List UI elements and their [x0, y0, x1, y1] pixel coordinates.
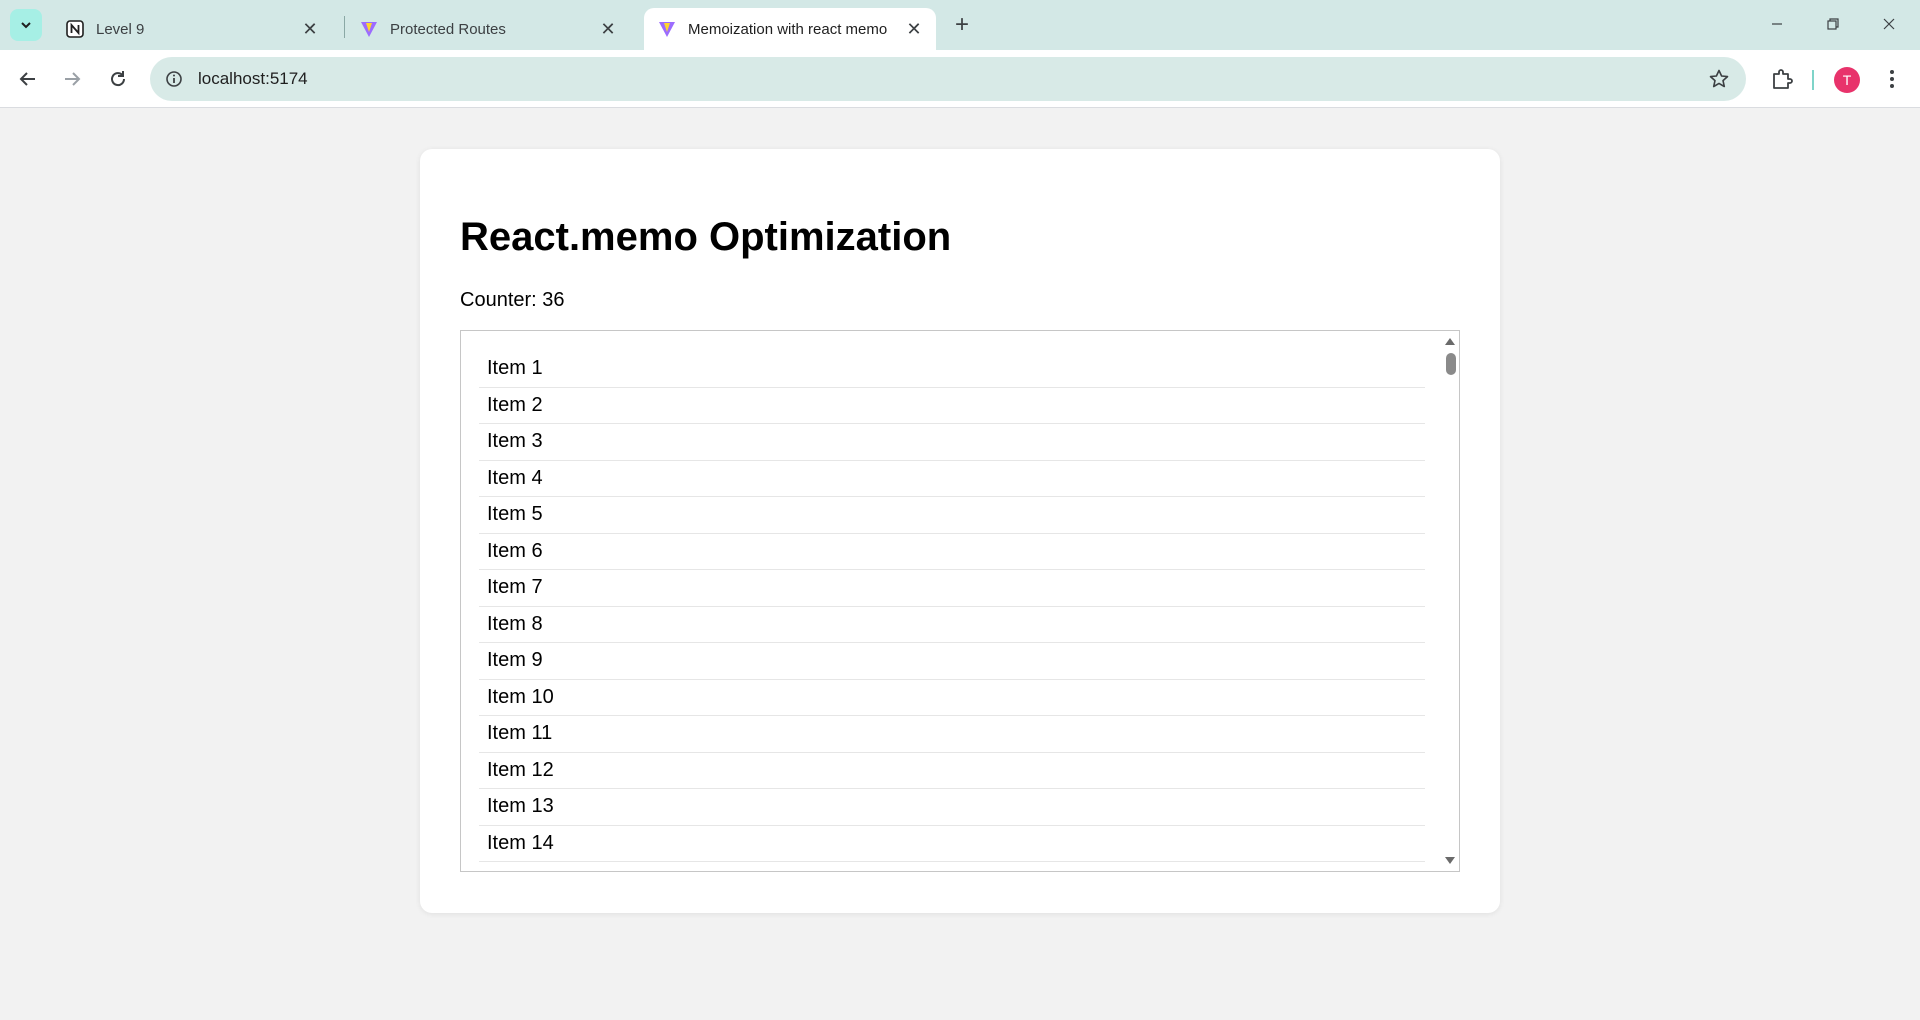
- list-item: Item 13: [479, 789, 1425, 826]
- item-list: Item 1 Item 2 Item 3 Item 4 Item 5 Item 6 Item…: [479, 351, 1425, 862]
- url-text[interactable]: localhost:5174: [198, 69, 308, 89]
- tab-title: Level 9: [96, 20, 145, 38]
- new-tab-button[interactable]: +: [948, 11, 976, 39]
- list-item: Item 8: [479, 607, 1425, 643]
- close-window-button[interactable]: [1866, 6, 1912, 42]
- minimize-button[interactable]: [1754, 6, 1800, 42]
- profile-avatar[interactable]: T: [1834, 67, 1860, 93]
- list-item: Item 10: [479, 680, 1425, 716]
- puzzle-icon: [1773, 69, 1793, 89]
- page-viewport: React.memo Optimization Counter: 36 Item…: [0, 109, 1920, 1020]
- restore-icon: [1827, 18, 1839, 30]
- tab-title: Protected Routes: [390, 20, 506, 38]
- info-icon[interactable]: [164, 69, 184, 89]
- chevron-down-icon: [21, 22, 31, 29]
- back-button[interactable]: [12, 63, 44, 95]
- list-item: Item 7: [479, 570, 1425, 607]
- list-item: Item 2: [479, 388, 1425, 424]
- more-vert-icon: [1890, 70, 1894, 88]
- list-item: Item 14: [479, 826, 1425, 862]
- tab-separator: [344, 16, 345, 38]
- address-bar[interactable]: localhost:5174: [150, 57, 1746, 101]
- reload-icon: [111, 71, 126, 87]
- vite-icon: [360, 20, 378, 38]
- scroll-down-arrow-icon[interactable]: [1444, 855, 1456, 867]
- list-item: Item 5: [479, 497, 1425, 534]
- page-title: React.memo Optimization: [460, 215, 952, 259]
- counter-text: Counter: 36: [460, 289, 565, 311]
- tab-protected-routes[interactable]: Protected Routes ✕: [346, 8, 630, 50]
- browser-toolbar: localhost:5174 T: [0, 50, 1920, 108]
- scroll-up-arrow-icon[interactable]: [1444, 335, 1456, 347]
- profile-initial: T: [1842, 72, 1852, 88]
- list-item: Item 12: [479, 753, 1425, 789]
- scroll-thumb[interactable]: [1446, 353, 1456, 375]
- minimize-icon: [1772, 23, 1782, 25]
- toolbar-separator: [1812, 70, 1814, 90]
- tab-memoization[interactable]: Memoization with react memo ✕: [644, 8, 936, 50]
- scrollbar[interactable]: [1441, 331, 1459, 871]
- restore-button[interactable]: [1810, 6, 1856, 42]
- bookmark-star-icon[interactable]: [1708, 68, 1730, 90]
- notion-icon: [66, 20, 84, 38]
- arrow-right-icon: [65, 72, 81, 86]
- list-item: Item 6: [479, 534, 1425, 570]
- main-card: React.memo Optimization Counter: 36 Item…: [420, 149, 1500, 913]
- close-icon[interactable]: ✕: [596, 17, 620, 41]
- list-item: Item 1: [479, 351, 1425, 388]
- list-item: Item 9: [479, 643, 1425, 680]
- list-item: Item 11: [479, 716, 1425, 753]
- list-item: Item 4: [479, 461, 1425, 497]
- list-item: Item 3: [479, 424, 1425, 461]
- extensions-button[interactable]: [1768, 65, 1796, 93]
- plus-icon: +: [954, 11, 969, 38]
- tab-search-button[interactable]: [10, 9, 42, 41]
- tab-bar: Level 9 ✕ Protected Routes ✕ Memoization…: [0, 0, 1920, 50]
- arrow-left-icon: [19, 72, 35, 86]
- tab-title: Memoization with react memo: [688, 20, 888, 38]
- close-icon: [1883, 18, 1895, 30]
- forward-button[interactable]: [56, 63, 88, 95]
- tab-level-9[interactable]: Level 9 ✕: [52, 8, 332, 50]
- vite-icon: [658, 20, 676, 38]
- reload-button[interactable]: [102, 63, 134, 95]
- close-icon[interactable]: ✕: [902, 17, 926, 41]
- item-list-container[interactable]: Item 1 Item 2 Item 3 Item 4 Item 5 Item 6 Item…: [460, 330, 1460, 872]
- browser-menu-button[interactable]: [1880, 65, 1904, 93]
- close-icon[interactable]: ✕: [298, 17, 322, 41]
